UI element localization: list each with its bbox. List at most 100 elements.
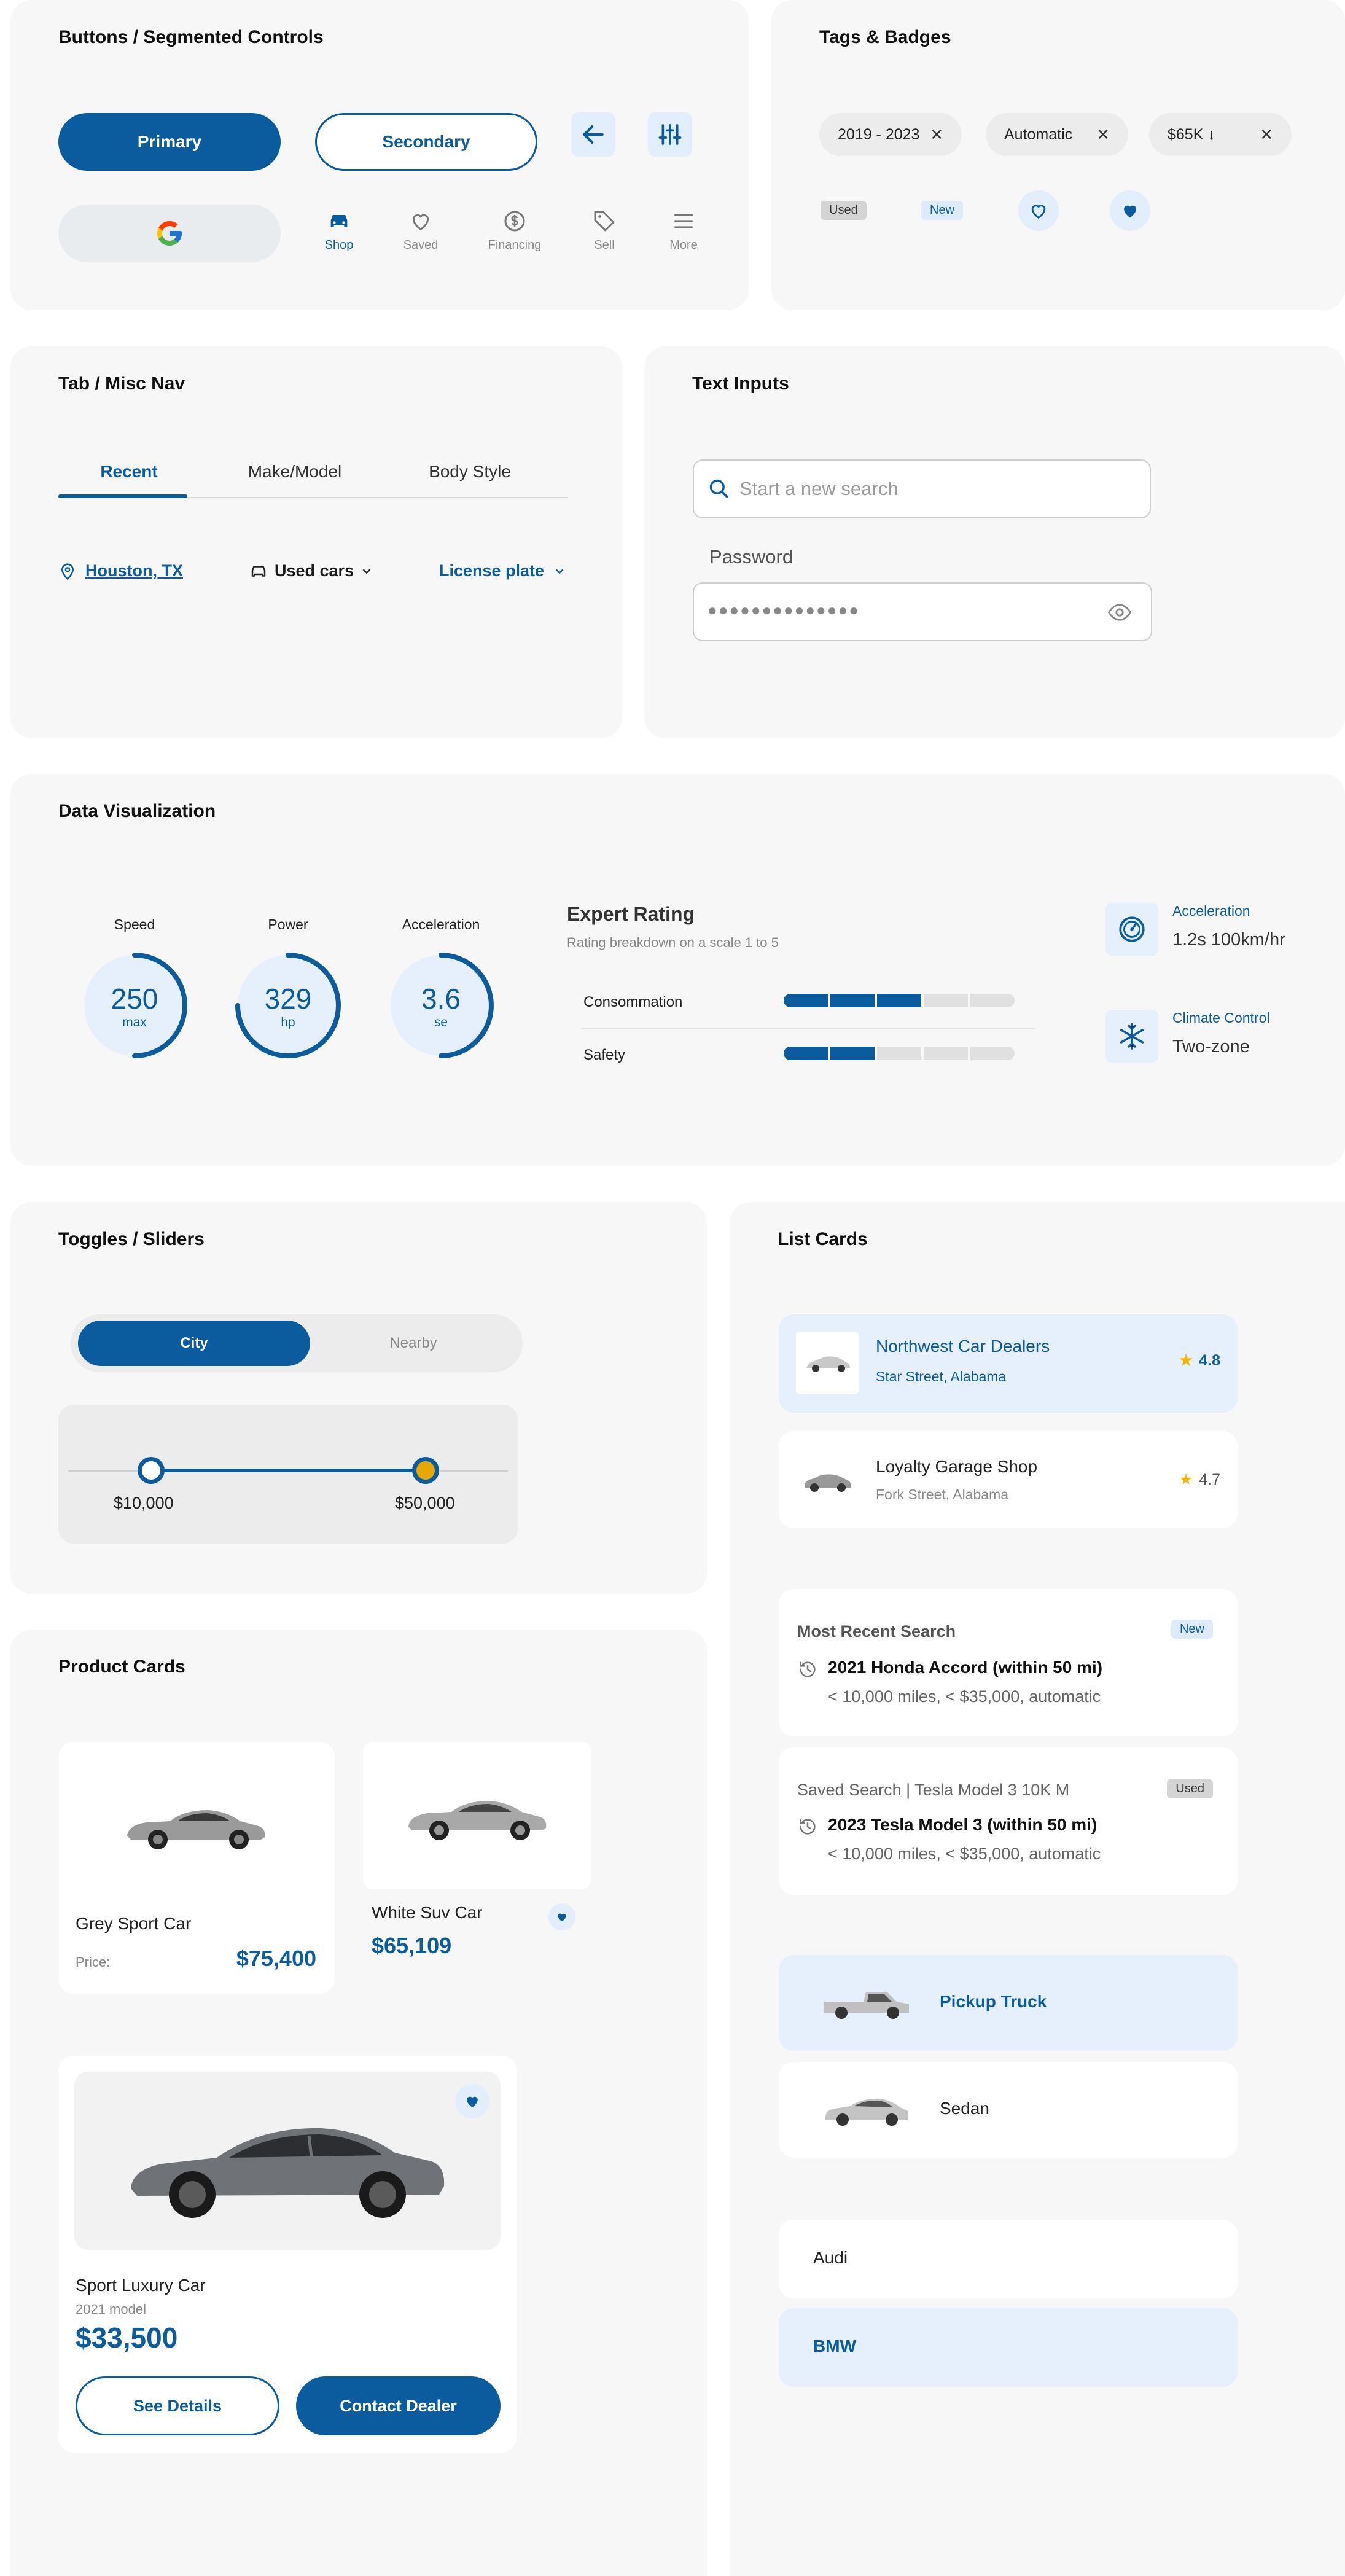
favorite-button[interactable] bbox=[548, 1903, 575, 1930]
list-cards-panel: List Cards Northwest Car Dealers Star St… bbox=[730, 1202, 1345, 2576]
toggle-nearby[interactable]: Nearby bbox=[310, 1321, 517, 1366]
gauge-label-power: Power bbox=[268, 916, 308, 932]
search-header: Saved Search | Tesla Model 3 10K M bbox=[797, 1781, 1070, 1799]
history-icon bbox=[800, 1819, 816, 1835]
nav-more[interactable]: More bbox=[650, 209, 717, 252]
slider-max-label: $50,000 bbox=[395, 1494, 455, 1512]
google-signin-button[interactable] bbox=[58, 205, 281, 262]
dealer-card[interactable]: Northwest Car Dealers Star Street, Alaba… bbox=[779, 1314, 1238, 1413]
slider-handle-max[interactable] bbox=[412, 1457, 439, 1484]
dollar-icon bbox=[504, 211, 525, 232]
make-bmw[interactable]: BMW bbox=[779, 2308, 1238, 2387]
inputs-panel: Text Inputs Start a new search Password … bbox=[644, 346, 1345, 738]
eye-icon[interactable] bbox=[1105, 599, 1134, 625]
dealer-thumb bbox=[796, 1332, 859, 1394]
close-icon[interactable]: ✕ bbox=[930, 125, 943, 144]
filter-chip-transmission[interactable]: Automatic ✕ bbox=[986, 113, 1128, 156]
bar-segment bbox=[784, 1047, 828, 1060]
primary-button[interactable]: Primary bbox=[58, 113, 281, 171]
car-thumbnail-icon bbox=[806, 1356, 850, 1372]
tab-recent[interactable]: Recent bbox=[68, 462, 190, 482]
dealer-address: Star Street, Alabama bbox=[876, 1368, 1007, 1384]
body-style-label: Pickup Truck bbox=[940, 1992, 1047, 2011]
nav-shop[interactable]: Shop bbox=[305, 209, 373, 252]
buttons-panel: Buttons / Segmented Controls Primary Sec… bbox=[10, 0, 749, 310]
search-card[interactable]: Saved Search | Tesla Model 3 10K M Used … bbox=[779, 1747, 1238, 1895]
tab-body-style[interactable]: Body Style bbox=[396, 462, 544, 482]
secondary-button[interactable]: Secondary bbox=[315, 113, 537, 171]
section-title: Toggles / Sliders bbox=[58, 1229, 205, 1249]
bar-segment bbox=[924, 994, 968, 1007]
dataviz-panel: Data Visualization Speed 250 max Power 3… bbox=[10, 774, 1345, 1166]
bar-segment bbox=[877, 994, 921, 1007]
tabs-panel: Tab / Misc Nav Recent Make/Model Body St… bbox=[10, 346, 622, 738]
filter-button[interactable] bbox=[648, 112, 692, 157]
new-badge: New bbox=[921, 201, 964, 220]
save-filled-button[interactable] bbox=[1110, 190, 1150, 231]
nav-label: Shop bbox=[324, 238, 354, 252]
section-title: Buttons / Segmented Controls bbox=[58, 27, 324, 47]
rating-value: 4.8 bbox=[1199, 1351, 1220, 1369]
body-style-sedan[interactable]: Sedan bbox=[779, 2062, 1238, 2158]
product-name: White Suv Car bbox=[372, 1903, 483, 1922]
close-icon[interactable]: ✕ bbox=[1096, 125, 1110, 144]
password-value: ●●●●●●●●●●●●●● bbox=[708, 601, 860, 619]
chip-label: 2019 - 2023 bbox=[838, 125, 920, 143]
nav-financing[interactable]: Financing bbox=[481, 209, 548, 252]
gauge-unit: hp bbox=[281, 1015, 295, 1029]
search-header: Most Recent Search bbox=[797, 1622, 956, 1641]
spec-icon-box bbox=[1105, 1010, 1158, 1063]
password-field[interactable]: ●●●●●●●●●●●●●● bbox=[693, 582, 1152, 641]
featured-model: 2021 model bbox=[76, 2301, 146, 2317]
search-input[interactable]: Start a new search bbox=[693, 459, 1151, 518]
dealer-card[interactable]: Loyalty Garage Shop Fork Street, Alabama… bbox=[779, 1431, 1238, 1528]
search-title: 2021 Honda Accord (within 50 mi) bbox=[828, 1658, 1103, 1677]
featured-price: $33,500 bbox=[76, 2322, 178, 2354]
chip-label: $65K ↓ bbox=[1168, 125, 1215, 143]
slider-handle-min[interactable] bbox=[138, 1457, 165, 1484]
tab-make-model[interactable]: Make/Model bbox=[233, 462, 356, 482]
filter-chip-price[interactable]: $65K ↓ ✕ bbox=[1149, 113, 1292, 156]
product-price: $65,109 bbox=[372, 1933, 452, 1958]
dealer-name: Northwest Car Dealers bbox=[876, 1337, 1050, 1356]
product-card[interactable]: Grey Sport Car Price: $75,400 bbox=[58, 1742, 335, 1994]
location-link[interactable]: Houston, TX bbox=[58, 561, 183, 580]
make-label: BMW bbox=[813, 2336, 856, 2355]
toggle-city[interactable]: City bbox=[78, 1321, 310, 1366]
used-cars-dropdown[interactable]: Used cars bbox=[249, 561, 373, 580]
toggles-panel: Toggles / Sliders City Nearby $10,000 $5… bbox=[10, 1202, 707, 1594]
spec-label: Climate Control bbox=[1172, 1010, 1270, 1026]
make-audi[interactable]: Audi bbox=[779, 2220, 1238, 2298]
gauge-unit: se bbox=[434, 1015, 448, 1029]
gauge-label-speed: Speed bbox=[114, 916, 155, 932]
nav-sell[interactable]: Sell bbox=[571, 209, 638, 252]
search-card[interactable]: Most Recent Search New 2021 Honda Accord… bbox=[779, 1589, 1238, 1736]
favorite-button[interactable] bbox=[455, 2084, 489, 2118]
license-plate-dropdown[interactable]: License plate bbox=[439, 561, 566, 580]
location-text: Houston, TX bbox=[85, 561, 183, 580]
car-outline-icon bbox=[251, 565, 266, 577]
heart-filled-icon bbox=[467, 2096, 478, 2107]
body-style-pickup[interactable]: Pickup Truck bbox=[779, 1955, 1238, 2051]
rating-subtitle: Rating breakdown on a scale 1 to 5 bbox=[567, 935, 779, 950]
gauge-unit: max bbox=[122, 1015, 147, 1029]
slider-range bbox=[150, 1469, 428, 1472]
search-title: 2023 Tesla Model 3 (within 50 mi) bbox=[828, 1815, 1097, 1834]
nav-label: Financing bbox=[488, 238, 542, 252]
filter-chip-year[interactable]: 2019 - 2023 ✕ bbox=[819, 113, 962, 156]
contact-dealer-button[interactable]: Contact Dealer bbox=[296, 2376, 501, 2435]
featured-product-card[interactable]: Sport Luxury Car 2021 model $33,500 See … bbox=[58, 2056, 517, 2453]
bar-segment bbox=[784, 994, 828, 1007]
nav-label: More bbox=[669, 238, 698, 252]
car-icon bbox=[330, 215, 348, 227]
save-outline-button[interactable] bbox=[1018, 190, 1059, 231]
nav-saved[interactable]: Saved bbox=[387, 209, 454, 252]
bar-segment bbox=[830, 994, 875, 1007]
arrow-left-icon bbox=[583, 125, 604, 144]
see-details-button[interactable]: See Details bbox=[76, 2376, 279, 2435]
close-icon[interactable]: ✕ bbox=[1260, 125, 1273, 144]
back-button[interactable] bbox=[571, 112, 615, 157]
price-label: Price: bbox=[76, 1954, 111, 1970]
bar-segment bbox=[830, 1047, 875, 1060]
product-card[interactable] bbox=[363, 1742, 591, 1889]
